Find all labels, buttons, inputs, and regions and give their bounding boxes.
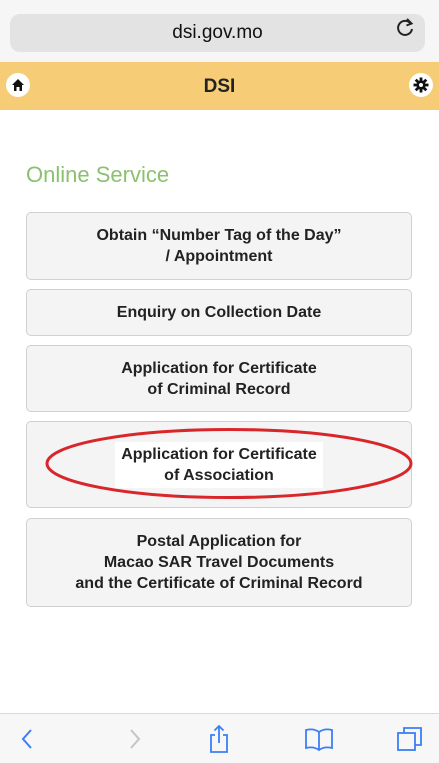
section-title: Online Service — [26, 162, 170, 187]
tabs-icon — [397, 726, 422, 751]
button-label-line: Application for Certificate — [121, 359, 317, 377]
book-icon — [305, 728, 333, 751]
page-title: DSI — [203, 76, 236, 97]
button-label-line: Enquiry on Collection Date — [116, 304, 322, 321]
button-label-line: Application for Certificate — [121, 445, 317, 463]
forward-button[interactable] — [110, 714, 160, 763]
button-label-line: and the Certificate of Criminal Record — [75, 575, 363, 592]
association-certificate-button[interactable]: Application for Certificate of Associati… — [26, 421, 412, 508]
reload-icon[interactable] — [395, 17, 415, 45]
criminal-record-certificate-button[interactable]: Application for Certificate of Criminal … — [26, 345, 412, 412]
collection-date-enquiry-button[interactable]: Enquiry on Collection Date — [26, 289, 412, 336]
app-header: DSI — [0, 62, 439, 110]
chevron-left-icon — [21, 728, 32, 749]
button-label-line: of Criminal Record — [147, 380, 291, 398]
button-label-line: of Association — [164, 466, 274, 484]
url-text: dsi.gov.mo — [172, 22, 263, 43]
share-button[interactable] — [194, 714, 244, 763]
chevron-right-icon — [130, 728, 141, 749]
postal-application-button[interactable]: Postal Application for Macao SAR Travel … — [26, 518, 412, 607]
highlighted-label: Application for Certificate of Associati… — [115, 441, 323, 488]
bookmarks-button[interactable] — [294, 714, 344, 763]
url-field[interactable]: dsi.gov.mo — [10, 14, 425, 52]
share-icon — [210, 724, 228, 753]
number-tag-appointment-button[interactable]: Obtain “Number Tag of the Day” / Appoint… — [26, 212, 412, 280]
button-label-line: Postal Application for — [136, 533, 302, 550]
browser-toolbar — [0, 713, 439, 763]
gear-icon — [413, 77, 429, 93]
button-label-line: Obtain “Number Tag of the Day” — [96, 227, 342, 244]
settings-button[interactable] — [409, 73, 433, 97]
button-label-line: / Appointment — [165, 248, 273, 265]
tabs-button[interactable] — [385, 714, 435, 763]
back-button[interactable] — [2, 714, 52, 763]
browser-url-bar: dsi.gov.mo — [0, 0, 439, 63]
button-label-line: Macao SAR Travel Documents — [103, 554, 335, 571]
